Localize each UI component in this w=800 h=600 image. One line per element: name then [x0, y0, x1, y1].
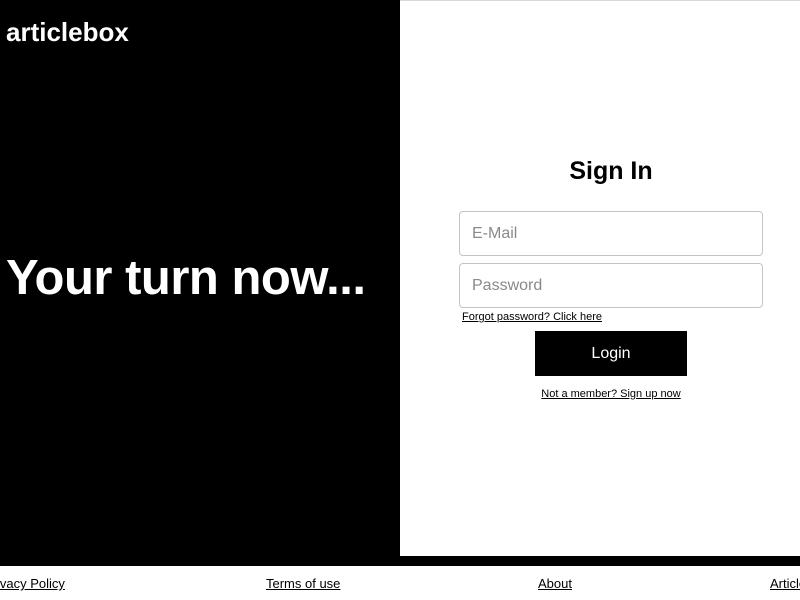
footer-link-articlebox[interactable]: Articlebox	[770, 576, 800, 591]
login-button[interactable]: Login	[535, 331, 687, 376]
hero-tagline: Your turn now...	[6, 251, 366, 305]
signup-row: Not a member? Sign up now	[400, 388, 800, 400]
footer-link-terms-of-use[interactable]: Terms of use	[266, 576, 340, 591]
password-field[interactable]	[459, 263, 763, 308]
footer-link-privacy-policy[interactable]: Privacy Policy	[0, 576, 65, 591]
hero-panel: articlebox Your turn now...	[0, 0, 400, 556]
email-field[interactable]	[459, 211, 763, 256]
footer-link-about[interactable]: About	[538, 576, 572, 591]
login-page: articlebox Your turn now... Sign In Forg…	[0, 0, 800, 600]
footer-divider	[0, 556, 800, 566]
signin-panel: Sign In Forgot password? Click here Logi…	[400, 0, 800, 556]
signup-link[interactable]: Not a member? Sign up now	[541, 388, 680, 400]
brand-logo-text[interactable]: articlebox	[6, 17, 129, 48]
forgot-password-link[interactable]: Forgot password? Click here	[462, 311, 602, 323]
signin-title: Sign In	[569, 157, 653, 185]
footer: Privacy Policy Terms of use About Articl…	[0, 566, 800, 600]
